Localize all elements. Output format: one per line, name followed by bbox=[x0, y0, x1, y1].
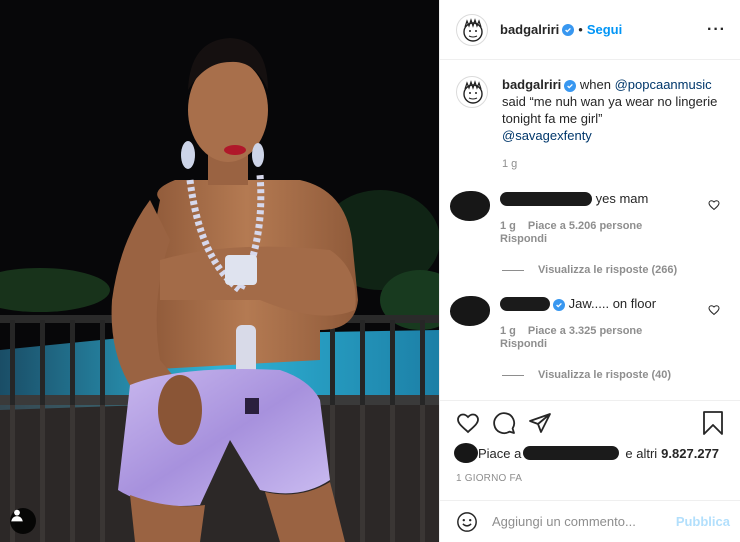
replies-divider bbox=[502, 374, 524, 376]
liker-avatar[interactable] bbox=[454, 443, 478, 463]
comment-body: yes mam 1 g Piace a 5.206 persone Rispond… bbox=[500, 191, 710, 246]
view-replies-button[interactable]: Visualizza le risposte (266) bbox=[502, 264, 724, 276]
view-replies-label: Visualizza le risposte (40) bbox=[538, 369, 672, 381]
replies-divider bbox=[502, 269, 524, 271]
comment-icon bbox=[493, 412, 516, 435]
comment-avatar[interactable] bbox=[450, 296, 490, 326]
comment-text: yes mam bbox=[595, 191, 649, 206]
likes-count[interactable]: 9.827.277 bbox=[661, 446, 719, 461]
post-photo[interactable] bbox=[0, 0, 439, 542]
reply-button[interactable]: Rispondi bbox=[500, 233, 698, 246]
posted-ago[interactable]: 1 giorno fa bbox=[456, 473, 724, 484]
comment-item: yes mam 1 g Piace a 5.206 persone Rispond… bbox=[450, 191, 724, 246]
comment-item: Jaw..... on floor 1 g Piace a 3.325 perso… bbox=[450, 296, 724, 351]
verified-badge-icon bbox=[562, 23, 575, 36]
author-avatar[interactable] bbox=[456, 13, 488, 46]
redacted-liker[interactable] bbox=[523, 446, 620, 460]
heart-icon[interactable] bbox=[708, 304, 720, 316]
action-bar bbox=[456, 401, 724, 445]
comment-likes[interactable]: Piace a 3.325 persone bbox=[528, 325, 642, 337]
separator-dot: • bbox=[578, 22, 583, 37]
avatar-sketch-icon bbox=[463, 17, 483, 42]
likes-connector: e altri bbox=[625, 445, 658, 461]
comment-input[interactable] bbox=[492, 514, 676, 529]
view-replies-label: Visualizza le risposte (266) bbox=[538, 264, 678, 276]
view-replies-button[interactable]: Visualizza le risposte (40) bbox=[502, 369, 724, 381]
comment-text: Jaw..... on floor bbox=[568, 296, 657, 311]
user-tag-icon bbox=[11, 509, 23, 522]
verified-badge-icon bbox=[553, 299, 565, 311]
add-comment-bar: Pubblica bbox=[440, 500, 740, 542]
comment-meta: 1 g Piace a 3.325 persone Rispondi bbox=[500, 325, 710, 351]
heart-icon[interactable] bbox=[708, 199, 720, 211]
verified-badge-icon bbox=[564, 80, 577, 92]
post-side-panel: badgalriri • Segui ··· badgalriri when @… bbox=[439, 0, 740, 542]
post-header: badgalriri • Segui ··· bbox=[440, 0, 740, 60]
tag-link[interactable]: @savagexfenty bbox=[502, 127, 722, 144]
heart-icon bbox=[457, 413, 479, 434]
save-button[interactable] bbox=[702, 411, 724, 435]
caption-text-start: when bbox=[579, 77, 615, 92]
comment-meta: 1 g Piace a 5.206 persone Rispondi bbox=[500, 220, 710, 246]
bookmark-icon bbox=[703, 411, 723, 435]
emoji-icon[interactable] bbox=[456, 511, 478, 533]
share-button[interactable] bbox=[528, 411, 552, 435]
comment-button[interactable] bbox=[492, 411, 516, 435]
follow-button[interactable]: Segui bbox=[587, 22, 622, 37]
likes-prefix: Piace a bbox=[478, 445, 522, 461]
caption-text: said “me nuh wan ya wear no lingerie ton… bbox=[502, 94, 718, 126]
caption-body: badgalriri when @popcaanmusic said “me n… bbox=[502, 76, 722, 173]
comment-time[interactable]: 1 g bbox=[500, 220, 516, 232]
publish-button[interactable]: Pubblica bbox=[676, 514, 730, 529]
photo-illustration bbox=[0, 0, 439, 542]
likes-summary: Piace a e altri 9.827.277 bbox=[454, 443, 724, 463]
redacted-username[interactable] bbox=[500, 192, 592, 206]
comment-body: Jaw..... on floor 1 g Piace a 3.325 perso… bbox=[500, 296, 710, 351]
user-tag-button[interactable] bbox=[10, 508, 36, 534]
paper-plane-icon bbox=[529, 413, 551, 433]
comment-time[interactable]: 1 g bbox=[500, 325, 516, 337]
redacted-username[interactable] bbox=[500, 297, 550, 311]
reply-button[interactable]: Rispondi bbox=[500, 338, 698, 351]
more-options-button[interactable]: ··· bbox=[707, 21, 726, 39]
caption-username[interactable]: badgalriri bbox=[502, 77, 561, 92]
author-username[interactable]: badgalriri bbox=[500, 22, 559, 37]
caption-avatar[interactable] bbox=[456, 76, 488, 108]
caption: badgalriri when @popcaanmusic said “me n… bbox=[456, 76, 724, 173]
comment-likes[interactable]: Piace a 5.206 persone bbox=[528, 220, 642, 232]
like-button[interactable] bbox=[456, 411, 480, 435]
avatar-sketch-icon bbox=[463, 80, 483, 104]
comment-avatar[interactable] bbox=[450, 191, 490, 221]
post-actions-area: Piace a e altri 9.827.277 1 giorno fa bbox=[440, 400, 740, 500]
comments-list[interactable]: badgalriri when @popcaanmusic said “me n… bbox=[440, 60, 740, 400]
caption-time[interactable]: 1 g bbox=[502, 156, 722, 173]
mention-link[interactable]: @popcaanmusic bbox=[615, 77, 712, 92]
post-modal: badgalriri • Segui ··· badgalriri when @… bbox=[0, 0, 740, 542]
